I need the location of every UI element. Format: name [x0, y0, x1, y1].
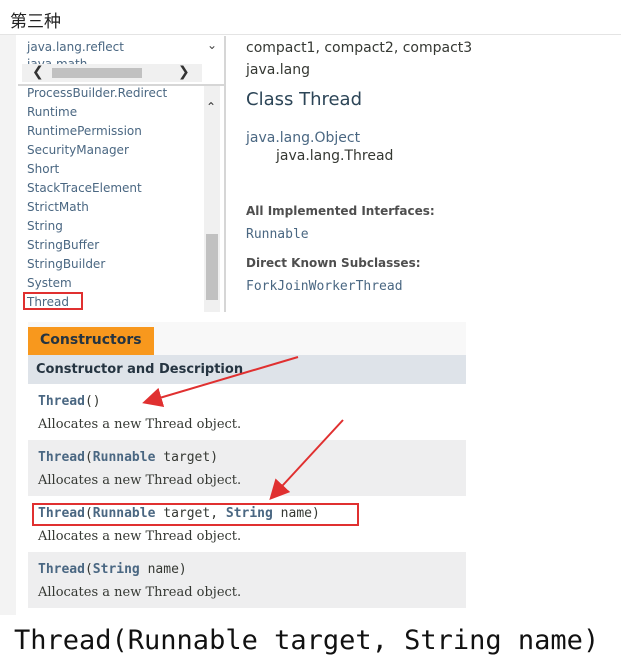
profiles-text: compact1, compact2, compact3: [246, 40, 473, 56]
constructor-signature: Thread(): [38, 394, 101, 409]
constructor-link[interactable]: Thread: [38, 450, 85, 465]
inheritance-child: java.lang.Thread: [276, 148, 394, 164]
table-row: Thread(Runnable target) Allocates a new …: [28, 440, 466, 496]
paren: (: [84, 562, 93, 577]
class-item[interactable]: StrictMath: [27, 200, 89, 214]
constructor-link[interactable]: Thread: [38, 562, 85, 577]
constructor-signature: Thread(String name): [38, 562, 187, 577]
chevron-right-icon[interactable]: ❯: [178, 64, 190, 80]
paren: (: [84, 394, 93, 409]
class-item[interactable]: RuntimePermission: [27, 124, 142, 138]
caption-text: Thread(Runnable target, String name): [14, 625, 600, 656]
class-item[interactable]: SecurityManager: [27, 143, 129, 157]
package-item[interactable]: java.lang.reflect: [27, 40, 124, 54]
title-bar: 第三种: [0, 0, 621, 35]
package-label: java.lang: [246, 62, 311, 78]
constructor-description: Allocates a new Thread object.: [38, 417, 242, 432]
param-name: target: [155, 450, 211, 465]
table-row: Thread() Allocates a new Thread object.: [28, 384, 466, 440]
subclasses-label: Direct Known Subclasses:: [246, 256, 421, 270]
paren: (: [84, 450, 93, 465]
subclass-link[interactable]: ForkJoinWorkerThread: [246, 279, 403, 294]
scrollbar-thumb[interactable]: [206, 234, 218, 300]
window-title: 第三种: [10, 12, 61, 32]
constructor-link[interactable]: Thread: [38, 394, 85, 409]
class-item[interactable]: StackTraceElement: [27, 181, 142, 195]
class-item[interactable]: StringBuffer: [27, 238, 99, 252]
param-type-link[interactable]: String: [93, 562, 140, 577]
class-list: ProcessBuilder.Redirect Runtime RuntimeP…: [18, 86, 204, 312]
constructors-table-header: Constructor and Description: [28, 355, 466, 384]
class-item[interactable]: System: [27, 276, 72, 290]
pane-divider[interactable]: [224, 36, 226, 312]
constructors-tab: Constructors: [28, 327, 154, 355]
param-name: name: [139, 562, 179, 577]
class-item[interactable]: Short: [27, 162, 59, 176]
class-item[interactable]: StringBuilder: [27, 257, 105, 271]
interfaces-label: All Implemented Interfaces:: [246, 204, 435, 218]
constructor-description: Allocates a new Thread object.: [38, 473, 242, 488]
table-row: Thread(String name) Allocates a new Thre…: [28, 552, 466, 608]
constructor-signature: Thread(Runnable target): [38, 450, 218, 465]
paren: ): [178, 562, 187, 577]
chevron-left-icon[interactable]: ❮: [32, 64, 44, 80]
horizontal-scrollbar[interactable]: ❮ ❯: [22, 64, 202, 82]
left-gutter: [0, 35, 16, 615]
page-title: Class Thread: [246, 89, 363, 110]
class-item[interactable]: Runtime: [27, 105, 77, 119]
paren: ): [92, 394, 101, 409]
constructor-description: Allocates a new Thread object.: [38, 585, 242, 600]
interface-link-runnable[interactable]: Runnable: [246, 227, 309, 242]
vertical-scrollbar[interactable]: ⌃: [204, 86, 220, 312]
inheritance-parent-link[interactable]: java.lang.Object: [246, 130, 360, 146]
annotation-box-constructor: [32, 503, 359, 526]
chevron-down-icon[interactable]: ⌄: [205, 38, 219, 54]
scrollbar-thumb[interactable]: [52, 68, 142, 78]
chevron-up-icon[interactable]: ⌃: [206, 100, 216, 114]
annotation-box-thread-class: [23, 292, 83, 310]
class-item[interactable]: ProcessBuilder.Redirect: [27, 86, 167, 100]
param-type-link[interactable]: Runnable: [93, 450, 156, 465]
constructor-description: Allocates a new Thread object.: [38, 529, 242, 544]
class-item[interactable]: String: [27, 219, 63, 233]
paren: ): [210, 450, 219, 465]
